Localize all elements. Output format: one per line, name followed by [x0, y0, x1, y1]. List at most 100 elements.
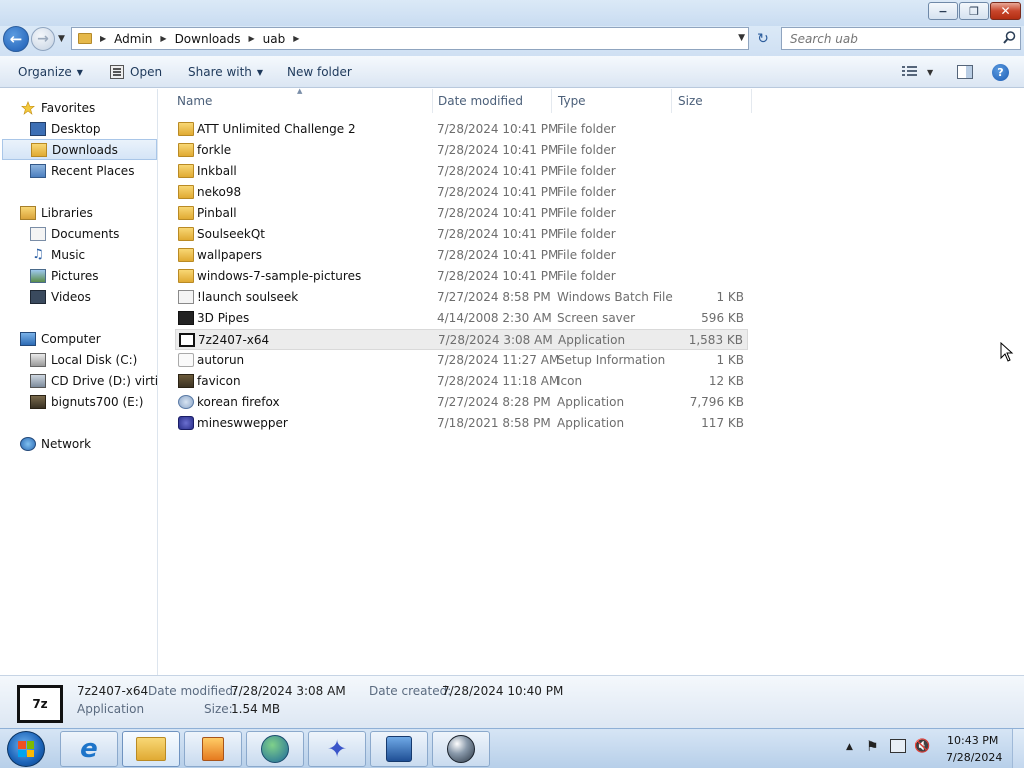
nav-downloads[interactable]: Downloads	[2, 139, 157, 160]
column-header-size[interactable]: Size	[672, 89, 752, 113]
file-type: File folder	[557, 206, 616, 220]
column-header-type[interactable]: Type	[552, 89, 672, 113]
taskbar-globe-app[interactable]	[246, 731, 304, 767]
clock-time[interactable]: 10:43 PM	[947, 734, 998, 747]
file-type: Application	[557, 395, 625, 409]
search-input[interactable]	[782, 28, 982, 49]
breadcrumb-downloads[interactable]: Downloads	[175, 32, 241, 46]
file-row[interactable]: neko98 7/28/2024 10:41 PM File folder	[175, 182, 748, 203]
nav-documents[interactable]: Documents	[0, 223, 157, 244]
pictures-icon	[30, 268, 46, 283]
nav-label: bignuts700 (E:)	[51, 394, 144, 409]
file-row[interactable]: forkle 7/28/2024 10:41 PM File folder	[175, 140, 748, 161]
breadcrumb-separator-icon[interactable]: ▶	[100, 34, 106, 43]
taskbar-windows-explorer[interactable]	[122, 731, 180, 767]
new-folder-button[interactable]: New folder	[287, 56, 352, 88]
show-hidden-icons-button[interactable]: ▲	[846, 742, 853, 752]
organize-button[interactable]: Organize ▼	[18, 56, 83, 88]
clock-date[interactable]: 7/28/2024	[946, 751, 1002, 764]
preview-pane-icon[interactable]	[957, 65, 973, 79]
nav-desktop[interactable]: Desktop	[0, 118, 157, 139]
nav-pictures[interactable]: Pictures	[0, 265, 157, 286]
search-icon[interactable]	[1003, 31, 1016, 44]
file-row[interactable]: favicon 7/28/2024 11:18 AM Icon 12 KB	[175, 371, 748, 392]
music-note-icon: ♫	[32, 246, 44, 262]
breadcrumb-separator-icon[interactable]: ▶	[293, 34, 299, 43]
batch-file-icon	[178, 290, 194, 304]
column-header-date-modified[interactable]: Date modified	[432, 89, 552, 113]
file-row[interactable]: 7z2407-x64 7/28/2024 3:08 AM Application 1,…	[175, 329, 748, 350]
forward-button[interactable]: →	[31, 27, 55, 51]
desktop-icon	[30, 121, 46, 136]
file-row[interactable]: Inkball 7/28/2024 10:41 PM File folder	[175, 161, 748, 182]
file-type: Icon	[557, 374, 583, 388]
change-view-icon[interactable]	[902, 65, 918, 78]
taskbar-media-player[interactable]	[184, 731, 242, 767]
address-bar[interactable]: ▶ Admin ▶ Downloads ▶ uab ▶ ▼	[71, 27, 749, 50]
breadcrumb-separator-icon[interactable]: ▶	[160, 34, 166, 43]
breadcrumb-uab[interactable]: uab	[263, 32, 286, 46]
file-size: 7,796 KB	[689, 395, 744, 409]
nav-label: Favorites	[41, 100, 96, 115]
taskbar-internet-explorer[interactable]: e	[60, 731, 118, 767]
file-row[interactable]: wallpapers 7/28/2024 10:41 PM File folder	[175, 245, 748, 266]
volume-muted-icon[interactable]: 🔇	[914, 739, 930, 754]
address-dropdown-icon[interactable]: ▼	[738, 33, 745, 43]
file-row[interactable]: !launch soulseek 7/27/2024 8:58 PM Windows…	[175, 287, 748, 308]
taskbar-network-app[interactable]	[370, 731, 428, 767]
help-button[interactable]: ?	[992, 64, 1009, 81]
file-name: korean firefox	[197, 395, 280, 409]
minimize-icon: −	[938, 4, 948, 18]
back-button[interactable]: ←	[3, 26, 29, 52]
start-button[interactable]	[7, 731, 45, 767]
file-row[interactable]: autorun 7/28/2024 11:27 AM Setup Informati…	[175, 350, 748, 371]
nav-network[interactable]: Network	[0, 433, 157, 454]
file-row[interactable]: ATT Unlimited Challenge 2 7/28/2024 10:41…	[175, 119, 748, 140]
minimize-button[interactable]: −	[928, 2, 958, 20]
videos-icon	[30, 289, 46, 304]
nav-bignuts700[interactable]: bignuts700 (E:)	[0, 391, 157, 412]
file-row[interactable]: mineswwepper 7/18/2021 8:58 PM Application…	[175, 413, 748, 434]
details-size-label: Size:	[204, 702, 233, 716]
nav-music[interactable]: ♫ Music	[0, 244, 157, 265]
recent-pages-dropdown[interactable]: ▼	[58, 34, 65, 44]
navigation-pane: Favorites Desktop Downloads Recent Place…	[0, 89, 158, 675]
mouse-cursor-icon	[1000, 342, 1014, 362]
search-box[interactable]	[781, 27, 1021, 50]
taskbar-bird-app[interactable]: ✦	[308, 731, 366, 767]
refresh-button[interactable]: ↻	[751, 28, 775, 50]
file-row[interactable]: windows-7-sample-pictures 7/28/2024 10:41…	[175, 266, 748, 287]
network-status-icon[interactable]	[890, 739, 906, 753]
file-type: File folder	[557, 122, 616, 136]
nav-computer[interactable]: Computer	[0, 328, 157, 349]
action-center-flag-icon[interactable]: ⚑	[866, 739, 879, 755]
nav-recent-places[interactable]: Recent Places	[0, 160, 157, 181]
view-options-dropdown-icon[interactable]: ▼	[927, 68, 933, 77]
breadcrumb-admin[interactable]: Admin	[114, 32, 152, 46]
file-date-modified: 7/28/2024 10:41 PM	[437, 269, 559, 283]
share-with-button[interactable]: Share with ▼	[188, 56, 263, 88]
file-row[interactable]: Pinball 7/28/2024 10:41 PM File folder	[175, 203, 748, 224]
maximize-button[interactable]: ❐	[959, 2, 989, 20]
file-type: Setup Information	[557, 353, 666, 367]
network-icon	[20, 436, 36, 451]
nav-cd-drive[interactable]: CD Drive (D:) virtio-w	[0, 370, 157, 391]
breadcrumb-separator-icon[interactable]: ▶	[248, 34, 254, 43]
close-button[interactable]: ✕	[990, 2, 1021, 20]
taskbar-sphere-app[interactable]	[432, 731, 490, 767]
globe-icon	[261, 735, 289, 763]
nav-libraries[interactable]: Libraries	[0, 202, 157, 223]
command-bar: Organize ▼ Open Share with ▼ New folder ▼ …	[0, 56, 1024, 88]
file-row[interactable]: korean firefox 7/27/2024 8:28 PM Applicati…	[175, 392, 748, 413]
nav-local-disk[interactable]: Local Disk (C:)	[0, 349, 157, 370]
file-row[interactable]: 3D Pipes 4/14/2008 2:30 AM Screen saver 596…	[175, 308, 748, 329]
file-row[interactable]: SoulseekQt 7/28/2024 10:41 PM File folder	[175, 224, 748, 245]
column-header-name[interactable]: Name	[171, 89, 433, 113]
show-desktop-button[interactable]	[1012, 729, 1024, 768]
nav-videos[interactable]: Videos	[0, 286, 157, 307]
star-icon	[21, 100, 35, 115]
details-file-name: 7z2407-x64	[77, 684, 149, 698]
open-button[interactable]: Open	[110, 56, 162, 88]
folder-icon	[178, 206, 194, 220]
nav-favorites[interactable]: Favorites	[0, 97, 157, 118]
